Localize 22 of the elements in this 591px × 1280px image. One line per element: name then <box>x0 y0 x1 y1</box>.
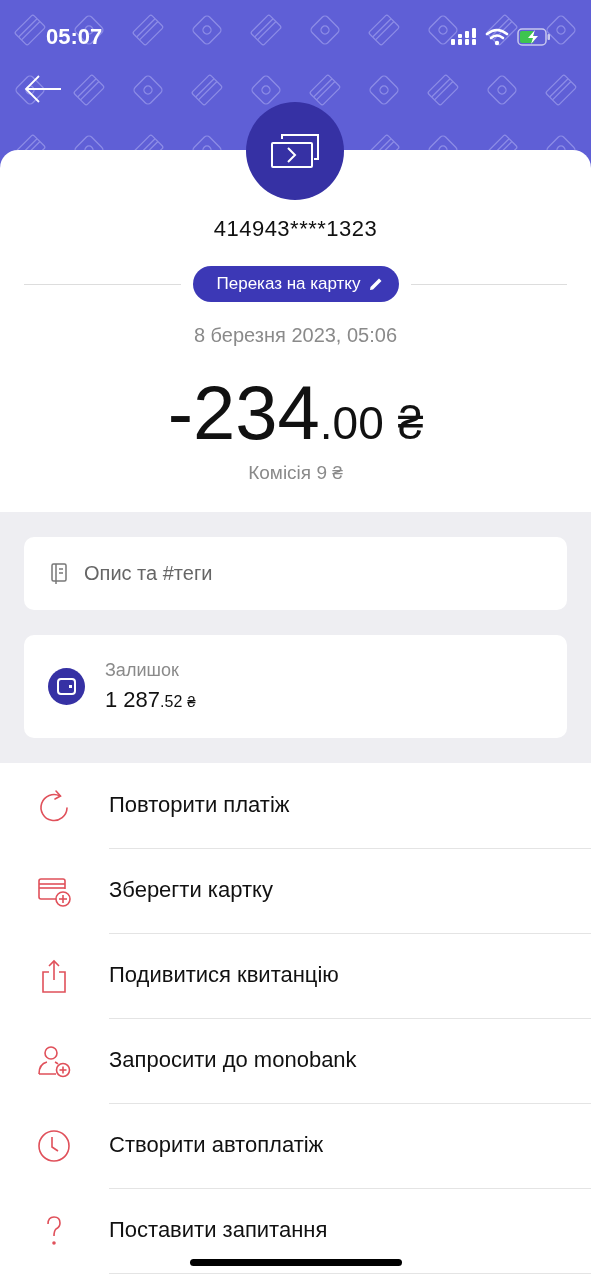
card-number: 414943****1323 <box>213 216 378 242</box>
action-item[interactable]: Повторити платіж <box>109 762 591 849</box>
balance-label: Залишок <box>105 660 180 681</box>
action-item[interactable]: Створити автоплатіж <box>109 1102 591 1189</box>
balance-amount: 1 287.52 ₴ <box>105 687 196 713</box>
commission-text: Комісія 9 ₴ <box>248 462 343 484</box>
wifi-icon <box>485 28 509 46</box>
transaction-amount: -234.00 ₴ <box>167 369 424 456</box>
description-field[interactable]: Опис та #теги <box>24 537 567 610</box>
transaction-date: 8 березня 2023, 05:06 <box>193 324 398 347</box>
category-chip[interactable]: Переказ на картку <box>192 266 399 302</box>
status-time: 05:07 <box>46 24 103 50</box>
wallet-icon <box>48 668 85 705</box>
pencil-icon <box>368 277 383 291</box>
battery-icon <box>517 28 551 46</box>
cards-transfer-icon <box>270 133 320 169</box>
action-item[interactable]: Подивитися квитанцію <box>109 932 591 1019</box>
clock-icon <box>35 1127 72 1164</box>
signal-icon <box>451 28 477 46</box>
notebook-icon <box>50 562 68 585</box>
action-item[interactable]: Зберегти картку <box>109 847 591 934</box>
action-item[interactable]: Запросити до monobank <box>109 1017 591 1104</box>
